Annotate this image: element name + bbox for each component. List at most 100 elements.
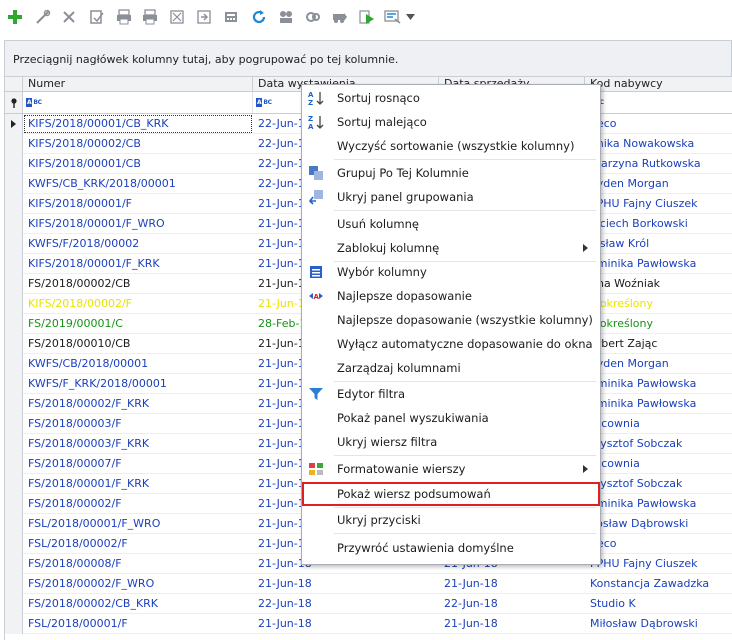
row-indicator[interactable] [5,274,23,294]
cell-numer[interactable]: KWFS/CB/2018/00001 [23,354,253,374]
cell-kod-nabywcy[interactable]: ayden Morgan [585,174,732,194]
cell-kod-nabywcy[interactable]: neco [585,534,732,554]
cell-numer[interactable]: KIFS/2018/00001/F_KRK [23,254,253,274]
cell-kod-nabywcy[interactable]: ieokreślony [585,294,732,314]
cell-numer[interactable]: FS/2018/00001/F_KRK [23,474,253,494]
cell-numer[interactable]: FS/2018/00002/F_WRO [23,574,253,594]
cell-numer[interactable]: KIFS/2018/00002/F [23,294,253,314]
settings-icon[interactable] [304,8,322,26]
cell-numer[interactable]: FS/2018/00003/F [23,414,253,434]
cell-data-wystawienia[interactable]: 21-Jun-18 [253,614,439,634]
cell-numer[interactable]: FS/2018/00003/F_KRK [23,434,253,454]
table-row[interactable]: FS/2018/00002/F_WRO 21-Jun-18 21-Jun-18 Kon… [5,574,732,594]
menu-item-usun-kolumne[interactable]: Usuń kolumnę [302,212,600,236]
cell-numer[interactable]: KWFS/F/2018/00002 [23,234,253,254]
menu-item-edytor-filtra[interactable]: Edytor filtra [302,382,600,406]
row-indicator[interactable] [5,154,23,174]
cell-kod-nabywcy[interactable]: rzysztof Sobczak [585,434,732,454]
menu-item-ukryj-wiersz-filtra[interactable]: Ukryj wiersz filtra [302,430,600,454]
cell-numer[interactable]: KIFS/2018/00001/CB_KRK [23,114,253,134]
cell-kod-nabywcy[interactable]: ieokreślony [585,314,732,334]
cell-kod-nabywcy[interactable]: PPHU Fajny Ciuszek [585,194,732,214]
cell-numer[interactable]: FS/2018/00002/CB_KRK [23,594,253,614]
cell-kod-nabywcy[interactable]: ominika Pawłowska [585,394,732,414]
menu-item-ukryj-przyciski[interactable]: Ukryj przyciski [302,508,600,532]
cell-kod-nabywcy[interactable]: Miłosław Dąbrowski [585,614,732,634]
print-icon[interactable] [141,8,159,26]
group-by-panel[interactable]: Przeciągnij nagłówek kolumny tutaj, aby … [4,40,732,76]
cell-numer[interactable]: FS/2018/00010/CB [23,334,253,354]
cell-kod-nabywcy[interactable]: orbert Zając [585,334,732,354]
group-icon[interactable] [277,8,295,26]
edit-icon[interactable] [34,8,52,26]
cell-numer[interactable]: FS/2018/00002/F [23,494,253,514]
cell-kod-nabywcy[interactable]: ayden Morgan [585,354,732,374]
cell-kod-nabywcy[interactable]: ominika Pawłowska [585,254,732,274]
cell-kod-nabywcy[interactable]: Konstancja Zawadzka [585,574,732,594]
row-indicator[interactable] [5,234,23,254]
menu-item-najlepsze-dopasowanie[interactable]: A Najlepsze dopasowanie [302,284,600,308]
row-indicator[interactable] [5,374,23,394]
cell-data-wystawienia[interactable]: 22-Jun-18 [253,594,439,614]
cell-kod-nabywcy[interactable]: PPHU Fajny Ciuszek [585,554,732,574]
column-header-kod-nabywcy[interactable]: Kod nabywcy [585,77,732,92]
refresh-icon[interactable] [250,8,268,26]
menu-item-zablokuj-kolumne[interactable]: Zablokuj kolumnę [302,236,600,260]
delete-icon[interactable] [60,8,78,26]
row-indicator[interactable] [5,614,23,634]
column-header-numer[interactable]: Numer [23,77,253,92]
row-indicator[interactable] [5,194,23,214]
calculator-icon[interactable] [222,8,240,26]
menu-item-pokaz-wiersz-podsumowan[interactable]: Pokaż wiersz podsumowań [302,482,600,506]
row-indicator[interactable] [5,314,23,334]
send-icon[interactable] [331,8,349,26]
cell-kod-nabywcy[interactable]: nna Woźniak [585,274,732,294]
menu-item-formatowanie-wierszy[interactable]: Formatowanie wierszy [302,457,600,481]
cell-kod-nabywcy[interactable]: ojciech Borkowski [585,214,732,234]
row-indicator[interactable] [5,134,23,154]
cell-kod-nabywcy[interactable]: neco [585,114,732,134]
row-indicator[interactable] [5,394,23,414]
row-indicator[interactable] [5,494,23,514]
cell-numer[interactable]: FS/2018/00002/CB [23,274,253,294]
menu-item-grupuj-po-tej-kolumnie[interactable]: Grupuj Po Tej Kolumnie [302,161,600,185]
cell-numer[interactable]: KIFS/2018/00001/F [23,194,253,214]
table-row[interactable]: FS/2018/00002/CB_KRK 22-Jun-18 22-Jun-18 St… [5,594,732,614]
filter-cell-kod-nabywcy[interactable]: ABC [585,92,732,113]
row-indicator[interactable] [5,334,23,354]
menu-item-najlepsze-dopasowanie-wszystkie-kolumny[interactable]: Najlepsze dopasowanie (wszystkie kolumny… [302,308,600,332]
table-row[interactable]: FSL/2018/00001/F 21-Jun-18 21-Jun-18 Miłosł… [5,614,732,634]
row-indicator[interactable] [5,594,23,614]
cell-numer[interactable]: KWFS/CB_KRK/2018/00001 [23,174,253,194]
cell-data-wystawienia[interactable]: 21-Jun-18 [253,574,439,594]
copy-icon[interactable] [88,8,106,26]
row-indicator[interactable] [5,574,23,594]
cell-numer[interactable]: FS/2018/00008/F [23,554,253,574]
row-indicator[interactable] [5,534,23,554]
cell-kod-nabywcy[interactable]: racownia [585,454,732,474]
run-icon[interactable] [358,8,376,26]
menu-item-wyczysc-sortowanie-wszystkie-kolumny[interactable]: Wyczyść sortowanie (wszystkie kolumny) [302,134,600,158]
row-indicator[interactable] [5,434,23,454]
cell-kod-nabywcy[interactable]: racownia [585,414,732,434]
cell-numer[interactable]: FS/2018/00002/F_KRK [23,394,253,414]
cell-data-sprzedazy[interactable]: 22-Jun-18 [439,594,585,614]
cell-kod-nabywcy[interactable]: ominika Pawłowska [585,374,732,394]
cell-numer[interactable]: KIFS/2018/00001/CB [23,154,253,174]
row-indicator[interactable] [5,474,23,494]
row-indicator[interactable] [5,554,23,574]
menu-item-ukryj-panel-grupowania[interactable]: Ukryj panel grupowania [302,185,600,209]
menu-item-zarzadzaj-kolumnami[interactable]: Zarządzaj kolumnami [302,356,600,380]
cell-kod-nabywcy[interactable]: ominika Pawłowska [585,494,732,514]
menu-item-wylacz-automatyczne-dopasowanie-do-okna[interactable]: Wyłącz automatyczne dopasowanie do okna [302,332,600,356]
cell-numer[interactable]: FSL/2018/00001/F_WRO [23,514,253,534]
dropdown-chevron-icon[interactable] [404,8,416,26]
menu-item-pokaz-panel-wyszukiwania[interactable]: Pokaż panel wyszukiwania [302,406,600,430]
cell-numer[interactable]: FSL/2018/00001/F [23,614,253,634]
cell-numer[interactable]: KWFS/F_KRK/2018/00001 [23,374,253,394]
cell-numer[interactable]: FS/2018/00007/F [23,454,253,474]
row-indicator[interactable] [5,114,23,134]
import-icon[interactable] [195,8,213,26]
add-icon[interactable] [6,8,24,26]
menu-item-wybor-kolumny[interactable]: Wybór kolumny [302,260,600,284]
